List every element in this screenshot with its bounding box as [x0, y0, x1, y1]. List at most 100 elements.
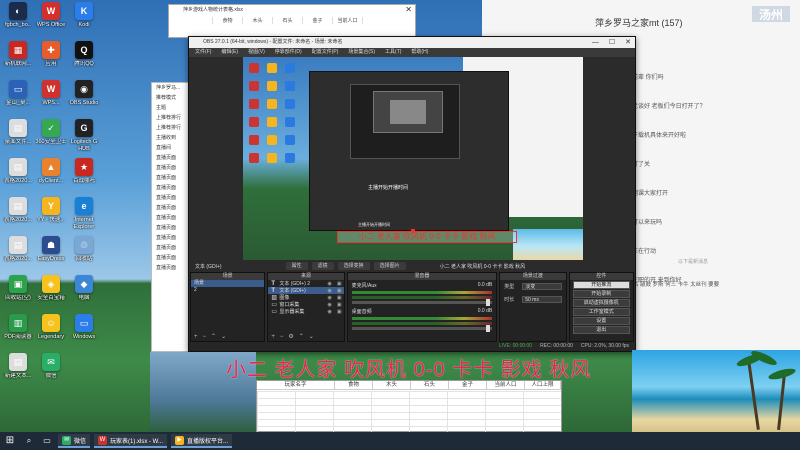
obs-window[interactable]: OBS 27.0.1 (64-bit, windows) - 配置文件: 未命名…	[188, 36, 636, 352]
desktop-icon[interactable]: ▤ 桌面文件...	[2, 119, 34, 158]
desktop-icon[interactable]: ☺ Legendary	[35, 314, 67, 353]
live-panel-item[interactable]: 直播页面	[152, 243, 192, 253]
close-icon[interactable]: ✕	[625, 37, 631, 48]
task-view-icon[interactable]: ▭	[40, 434, 54, 448]
live-panel-item[interactable]: 直播页面	[152, 163, 192, 173]
start-recording-button[interactable]: 开始录制	[572, 290, 631, 298]
menu-file[interactable]: 文件(F)	[195, 48, 211, 57]
live-panel-item[interactable]: 直播页面	[152, 203, 192, 213]
lock-icon[interactable]: ▣	[337, 281, 342, 287]
desktop-icon[interactable]: ▭ Windows	[68, 314, 100, 353]
menu-profile[interactable]: 配置文件(P)	[312, 48, 339, 57]
virtual-camera-button[interactable]: 启动虚拟摄像机	[572, 299, 631, 307]
minimize-icon[interactable]: —	[592, 37, 599, 48]
live-panel-item[interactable]: 直播页面	[152, 253, 192, 263]
select-image-button[interactable]: 选择图片	[373, 262, 406, 270]
live-panel-item[interactable]: 上推荐排行	[152, 113, 192, 123]
desktop-icon[interactable]: G Logitech G HUB	[68, 119, 100, 158]
taskbar-app-live[interactable]: ▶ 直播版权平台...	[171, 434, 233, 448]
desktop-icon[interactable]: ◐ fgbch_bo..	[2, 2, 34, 41]
chevron-down-icon[interactable]: ⌄	[221, 333, 226, 341]
start-streaming-button[interactable]: 开始推流	[572, 281, 631, 289]
menu-docks[interactable]: 停靠部件(D)	[275, 48, 302, 57]
eye-icon[interactable]: ◉	[328, 288, 332, 294]
live-room-panel[interactable]: 萍乡罗马... 推荐模式 主题 上推荐排行 上推荐排行 主播收到 直播间 直播页面 直播页面 直播…	[151, 82, 193, 352]
sheet-grid[interactable]	[257, 391, 561, 433]
live-panel-item[interactable]: 推荐模式	[152, 93, 192, 103]
chevron-up-icon[interactable]: ⌃	[299, 333, 304, 341]
live-panel-item[interactable]: 主播收到	[152, 133, 192, 143]
lock-icon[interactable]: ▣	[337, 309, 342, 315]
add-icon[interactable]: +	[194, 333, 198, 341]
desktop-icon[interactable]: W WPS Office	[35, 2, 67, 41]
properties-button[interactable]: 属性	[285, 262, 308, 270]
desktop-icon[interactable]: ▦ 新机联网...	[2, 41, 34, 80]
source-item[interactable]: ▭ 窗口采集 ◉ ▣	[268, 301, 343, 309]
chevron-up-icon[interactable]: ⌃	[211, 333, 216, 341]
desktop-icon[interactable]: ◆ 电脑	[68, 275, 100, 314]
live-panel-item[interactable]: 上推荐排行	[152, 123, 192, 133]
volume-slider-knob[interactable]	[486, 325, 491, 332]
transform-button[interactable]: 选择变换	[337, 262, 370, 270]
transition-type-select[interactable]: 淡变	[522, 283, 562, 290]
remove-icon[interactable]: −	[280, 333, 284, 341]
desktop-icon[interactable]: ◉ OBS Studio	[68, 80, 100, 119]
studio-mode-button[interactable]: 工作室模式	[572, 308, 631, 316]
desktop-icon[interactable]: ☗ EasyDress	[35, 236, 67, 275]
desktop-icon[interactable]: Q 腾讯QQ	[68, 41, 100, 80]
eye-icon[interactable]: ◉	[328, 302, 332, 308]
desktop-icon[interactable]: ▭ 金山_桌...	[2, 80, 34, 119]
chevron-down-icon[interactable]: ⌄	[309, 333, 314, 341]
add-icon[interactable]: +	[271, 333, 275, 341]
live-panel-item[interactable]: 直播页面	[152, 183, 192, 193]
desktop-icon[interactable]: ▤ 表格2020...	[2, 236, 34, 275]
source-item[interactable]: T 文本 (GDI+) ◉ ▣	[268, 287, 344, 294]
live-panel-item[interactable]: 直播间	[152, 143, 192, 153]
live-panel-item[interactable]: 直播页面	[152, 223, 192, 233]
desktop-icon[interactable]: ▤ 新建文本...	[2, 353, 34, 392]
gear-icon[interactable]: ⚙	[288, 333, 293, 341]
obs-preview-canvas[interactable]: 主播开始开播时间 主播开始开播时间 小二 老人家 吹风机 0-0 卡卡 影戏 秋…	[243, 57, 583, 260]
start-button[interactable]: ⊞	[2, 434, 18, 448]
live-panel-item[interactable]: 直播页面	[152, 193, 192, 203]
eye-icon[interactable]: ◉	[328, 281, 332, 287]
menu-edit[interactable]: 编辑(E)	[221, 48, 238, 57]
remove-icon[interactable]: −	[203, 333, 207, 341]
desktop-icon[interactable]: ✉ 微信	[35, 353, 67, 392]
source-item[interactable]: ▨ 图像 ◉ ▣	[268, 294, 343, 302]
eye-icon[interactable]: ◉	[328, 295, 332, 301]
volume-slider-knob[interactable]	[486, 299, 491, 306]
live-panel-item[interactable]: 直播页面	[152, 153, 192, 163]
search-icon[interactable]: ⌕	[22, 434, 36, 448]
volume-slider[interactable]	[351, 299, 493, 306]
selection-handle[interactable]	[411, 229, 415, 233]
desktop-icon[interactable]: ▲ dyClient...	[35, 158, 67, 197]
volume-slider[interactable]	[351, 325, 493, 332]
menu-help[interactable]: 帮助(H)	[411, 48, 428, 57]
desktop-icon[interactable]: ▥ PDF阅读器	[2, 314, 34, 353]
desktop-icon[interactable]: ▤ 表格2020...	[2, 197, 34, 236]
menu-view[interactable]: 视图(V)	[248, 48, 265, 57]
desktop-icon[interactable]: ✚ 应用	[35, 41, 67, 80]
taskbar-app-wechat[interactable]: ✉ 微信	[58, 434, 91, 448]
transition-duration-input[interactable]: 50 ms	[522, 296, 562, 303]
player-stats-sheet[interactable]: 玩家名字 食物 木头 石头 金子 当前人口 人口上限	[256, 380, 562, 433]
excel-window[interactable]: 萍乡游戏人物统计表格.xlsx ✕ 食物 木头 石头 金子 当前人口	[168, 4, 416, 38]
scene-item[interactable]: 2	[191, 287, 264, 294]
settings-button[interactable]: 设置	[572, 317, 631, 325]
maximize-icon[interactable]: ☐	[609, 37, 615, 48]
menu-scene-collection[interactable]: 场景集合(S)	[348, 48, 375, 57]
live-panel-item[interactable]: 直播页面	[152, 173, 192, 183]
filters-button[interactable]: 滤镜	[311, 262, 334, 270]
desktop-icon[interactable]: ◈ 安全百宝箱	[35, 275, 67, 314]
live-panel-item[interactable]: 直播页面	[152, 233, 192, 243]
preview-text-source[interactable]: 小二 老人家 吹风机 0-0 卡卡 影戏 秋风	[337, 231, 517, 243]
lock-icon[interactable]: ▣	[337, 288, 342, 294]
source-item[interactable]: T 文本 (GDI+) 2 ◉ ▣	[268, 280, 343, 288]
close-icon[interactable]: ✕	[405, 5, 412, 14]
lock-icon[interactable]: ▣	[337, 295, 342, 301]
desktop-icon[interactable]: ▤ 表格2020...	[2, 158, 34, 197]
exit-button[interactable]: 退出	[572, 326, 631, 334]
desktop-icon[interactable]: Y YY - 快速...	[35, 197, 67, 236]
live-panel-item[interactable]: 主题	[152, 103, 192, 113]
